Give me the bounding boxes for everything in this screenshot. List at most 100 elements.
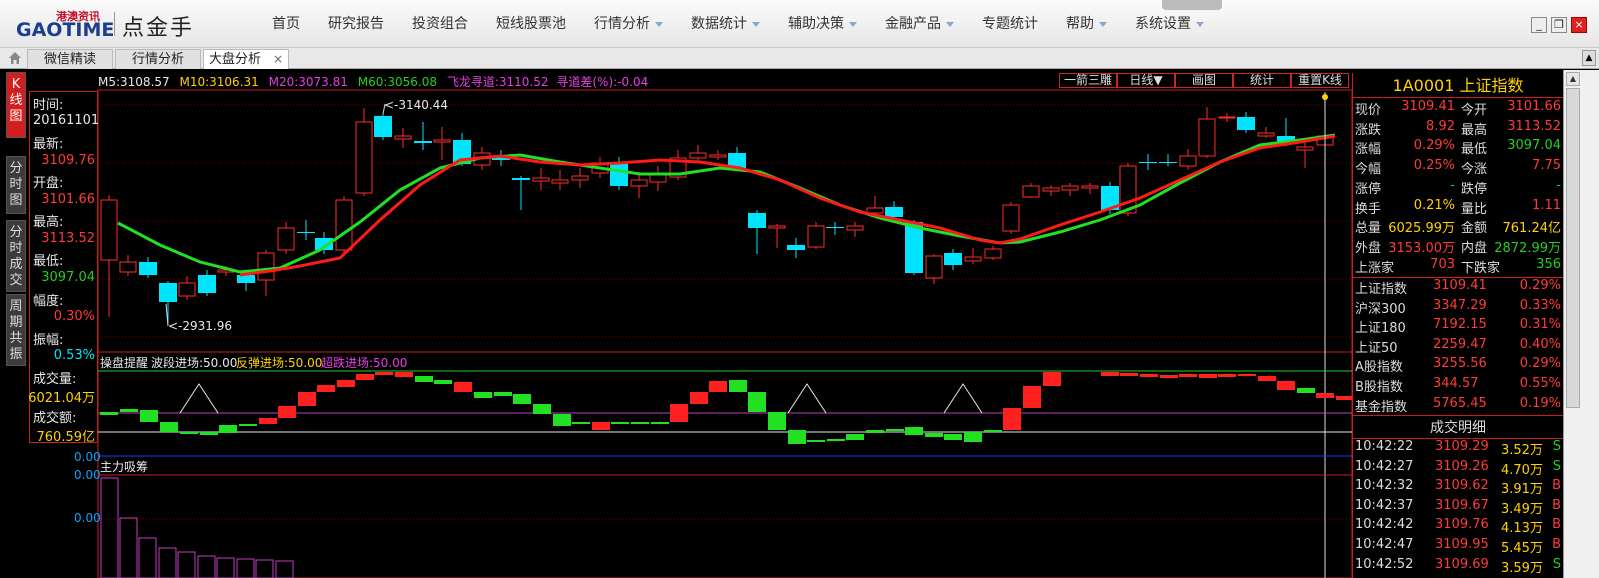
latest-value: 3109.76 [41,153,95,168]
indicator1-block [1218,374,1236,377]
candle-body-up [964,256,982,262]
indicator2-bar [119,517,138,578]
indicator2-bar [255,559,274,578]
candle-body-up [1296,146,1314,151]
indicator1-block [984,430,1002,432]
index-cell: A股指数 [1355,360,1403,376]
quote-row: 总量 6025.99万 金额 761.24亿 [1355,217,1561,236]
indicator1-axis-label: 0.00 [74,450,101,464]
candle-body-up [1198,118,1216,157]
statistics-button[interactable]: 统计 [1233,73,1291,88]
minimize-button[interactable]: _ [1531,17,1547,33]
candle-body-up [551,179,569,184]
window-controls: _ ❐ × [1531,17,1587,33]
quote-cell: 涨停 [1355,181,1382,197]
index-cell: 上证50 [1355,340,1398,356]
trade-row: 10:42:37 3109.67 3.49万 B [1355,498,1561,517]
indicator1-block [846,434,864,440]
indicator1-block [239,424,257,426]
indicator1-block [337,380,355,387]
candle-body-up [866,207,884,214]
indicator1-block [670,404,688,422]
cursor-info-panel: 时间: 20161101 最新: 3109.76 开盘: 3101.66 最高:… [28,91,99,445]
quote-cell: 外盘 [1355,240,1382,256]
index-row[interactable]: 上证50 2259.47 0.40% [1355,337,1561,356]
candle-body-up [1179,155,1197,167]
trade-cell: 3109.26 [1435,458,1489,474]
candle-body-up [394,135,412,140]
open-label: 开盘: [33,176,64,191]
trade-cell: 10:42:27 [1355,458,1414,474]
quote-cell: - [1450,177,1455,193]
one-arrow-three-eagles-button[interactable]: 一箭三雕 [1059,73,1117,88]
index-row[interactable]: 基金指数 5765.45 0.19% [1355,396,1561,415]
close-button[interactable]: × [1571,17,1587,33]
draw-button[interactable]: 画图 [1175,73,1233,88]
index-cell: 0.19% [1519,395,1561,411]
trade-cell: 3109.29 [1435,439,1489,454]
index-row[interactable]: 沪深300 3347.29 0.33% [1355,298,1561,317]
index-cell: 0.29% [1519,356,1561,372]
candle-body-up [178,282,196,297]
period-select-button[interactable]: 日线▼ [1117,73,1175,88]
indicator1-block [748,392,766,412]
candle-body-up [433,139,451,143]
quote-row: 涨幅 0.29% 最低 3097.04 [1355,138,1561,157]
quote-cell: 下跌家 [1461,260,1501,276]
indicator1-block [317,385,335,392]
tab-scroll-up-icon[interactable]: ▲ [1582,50,1596,66]
indicator1-block [180,432,198,434]
indicator1-rebound-entry: 反弹进场:50.00 [236,356,322,370]
indicator1-block [827,439,845,441]
indicator1-block [395,372,413,377]
indicator1-block [434,380,452,384]
candle-body-down [748,213,766,228]
candle-body-up [984,248,1002,259]
reset-kline-button[interactable]: 重置K线 [1291,73,1349,88]
candle-body-up [709,154,727,158]
indicator1-block [768,412,786,430]
candle-body-up [335,199,353,251]
scroll-up-icon[interactable]: ▲ [1566,72,1580,86]
right-scrollbar[interactable]: ▲ [1563,70,1599,578]
quote-cell: 最高 [1461,122,1488,138]
indicator1-block [100,412,118,415]
scroll-thumb[interactable] [1566,88,1580,408]
indicator1-block [631,422,649,424]
quote-row: 上涨家 703 下跌家 356 [1355,257,1561,276]
seek-diff-value: 寻道差(%):-0.04 [556,75,649,89]
indicator1-block [140,410,158,422]
candle-body-down [198,275,216,293]
indicator1-block [120,409,138,412]
candle-body-up [1042,187,1060,192]
indicator1-oversold-entry: 超跌进场:50.00 [321,355,407,370]
quote-cell: 1.11 [1532,197,1561,213]
trade-cell: 4.70万 [1501,462,1543,478]
quote-cell: 跌停 [1461,181,1488,197]
indicator1-block [533,404,551,414]
candle-body-up [355,121,373,194]
index-row[interactable]: B股指数 344.57 0.55% [1355,376,1561,395]
index-cell: 0.29% [1519,278,1561,293]
trade-cell: 10:42:52 [1355,556,1414,572]
quote-cell: 涨跌 [1355,122,1382,138]
maximize-button[interactable]: ❐ [1551,17,1567,33]
index-row[interactable]: A股指数 3255.56 0.29% [1355,356,1561,375]
trade-cell: 3109.76 [1435,517,1489,533]
quote-row: 今幅 0.25% 今涨 7.75 [1355,158,1561,177]
latest-label: 最新: [33,137,64,152]
amplitude-label: 振幅: [33,333,64,348]
indicator1-block [1023,386,1041,408]
volume-value: 6021.04万 [28,391,95,406]
indicator1-wave-entry: 波段进场:50.00 [151,355,237,370]
indicator1-block [925,433,943,437]
quote-cell: 8.92 [1426,118,1455,134]
indicator1-block [1316,393,1334,398]
index-row[interactable]: 上证180 7192.15 0.31% [1355,317,1561,336]
quote-panel: 1A0001 上证指数 现价 3109.41 今开 3101.66 涨跌 8.92 最高 31… [1352,73,1563,578]
indicator1-block [964,432,982,442]
index-row[interactable]: 上证指数 3109.41 0.29% [1355,278,1561,297]
index-cell: 3347.29 [1433,297,1487,313]
indicator1-block [278,406,296,418]
trade-cell: 10:42:42 [1355,517,1414,533]
